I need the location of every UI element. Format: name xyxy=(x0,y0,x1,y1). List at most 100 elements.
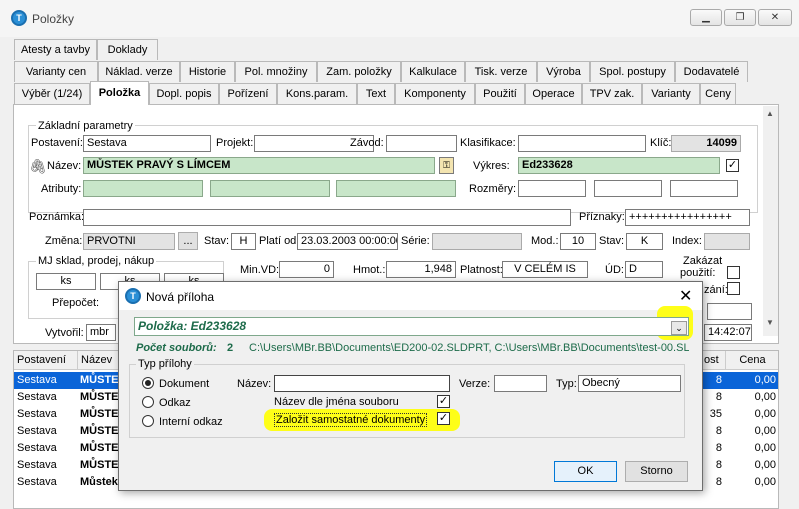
pocet-value: 2 xyxy=(227,342,234,354)
vytvoreno-time: 14:42:07 xyxy=(704,324,752,341)
minvd-input[interactable]: 0 xyxy=(279,261,334,278)
dialog-close-icon[interactable]: ✕ xyxy=(679,286,692,306)
storno-button[interactable]: Storno xyxy=(625,461,688,482)
postaveni-input[interactable]: Sestava xyxy=(83,135,211,152)
zavod-input[interactable] xyxy=(386,135,457,152)
zakazat-pouziti-checkbox[interactable] xyxy=(727,266,740,279)
typ-label: Typ: xyxy=(556,378,577,390)
mj-sklad-input[interactable]: ks xyxy=(36,273,96,290)
zmena-browse-button[interactable]: ... xyxy=(178,232,198,250)
col-ost[interactable]: ost xyxy=(700,351,726,370)
col-postaveni[interactable]: Postavení xyxy=(14,351,78,370)
tab-row3-1[interactable]: Položka xyxy=(90,81,149,105)
priznaky-input[interactable]: ++++++++++++++++ xyxy=(625,209,750,226)
misc-input[interactable] xyxy=(707,303,752,320)
radio-dokument-label[interactable]: Dokument xyxy=(159,378,209,390)
mod-input[interactable]: 10 xyxy=(560,233,596,250)
tab-row3-0[interactable]: Výběr (1/24) xyxy=(14,83,90,104)
close-button[interactable]: ✕ xyxy=(758,9,792,26)
zazani-checkbox[interactable] xyxy=(727,282,740,295)
hmot-input[interactable]: 1,948 xyxy=(386,261,456,278)
radio-dokument[interactable] xyxy=(142,377,154,389)
tab-row3-10[interactable]: Varianty xyxy=(642,83,700,104)
klasifikace-input[interactable] xyxy=(518,135,646,152)
atribut1-input[interactable] xyxy=(83,180,203,197)
atribut3-input[interactable] xyxy=(336,180,456,197)
nazev-input[interactable]: MŮSTEK PRAVÝ S LÍMCEM xyxy=(83,157,435,174)
radio-interni-label[interactable]: Interní odkaz xyxy=(159,416,223,428)
minvd-label: Min.VD: xyxy=(240,264,280,276)
platnost-label: Platnost: xyxy=(460,264,503,276)
window-title: Položky xyxy=(32,12,75,26)
cell-cena: 0,00 xyxy=(754,476,776,488)
ud-label: ÚD: xyxy=(605,264,624,276)
zalozit-checkbox[interactable]: ✓ xyxy=(437,412,450,425)
tab-row2-2[interactable]: Historie xyxy=(180,61,235,82)
tab-row2-5[interactable]: Kalkulace xyxy=(401,61,465,82)
col-cena[interactable]: Cena xyxy=(726,351,778,370)
tab-row3-6[interactable]: Komponenty xyxy=(395,83,475,104)
klic-label: Klíč: xyxy=(650,137,672,149)
rozmer3-input[interactable] xyxy=(670,180,738,197)
verze-input[interactable] xyxy=(494,375,547,392)
mod-label: Mod.: xyxy=(531,235,559,247)
cell-postaveni: Sestava xyxy=(17,408,57,420)
platnost-input[interactable]: V CELÉM IS xyxy=(502,261,588,278)
atribut2-input[interactable] xyxy=(210,180,330,197)
rozmer1-input[interactable] xyxy=(518,180,586,197)
scroll-up-icon[interactable]: ▲ xyxy=(766,109,774,118)
ok-button[interactable]: OK xyxy=(554,461,617,482)
tab-row2-9[interactable]: Dodavatelé xyxy=(675,61,748,82)
stav2-input[interactable]: K xyxy=(626,233,663,250)
vykres-input[interactable]: Ed233628 xyxy=(518,157,720,174)
restore-button[interactable]: ❐ xyxy=(724,9,756,26)
rozmer2-input[interactable] xyxy=(594,180,662,197)
radio-odkaz[interactable] xyxy=(142,396,154,408)
basic-params-title: Základní parametry xyxy=(36,120,135,132)
minimize-button[interactable]: ▁ xyxy=(690,9,722,26)
cell-postaveni: Sestava xyxy=(17,391,57,403)
nazev-dle-checkbox[interactable]: ✓ xyxy=(437,395,450,408)
tab-row1-0[interactable]: Atesty a tavby xyxy=(14,39,97,60)
vykres-checkbox[interactable]: ✓ xyxy=(726,159,739,172)
tab-row2-0[interactable]: Varianty cen xyxy=(14,61,98,82)
tab-row2-6[interactable]: Tisk. verze xyxy=(465,61,537,82)
tab-row2-1[interactable]: Náklad. verze xyxy=(98,61,180,82)
index-input[interactable] xyxy=(704,233,750,250)
prepocet-label: Přepočet: xyxy=(52,297,100,309)
typ-input[interactable]: Obecný xyxy=(578,375,681,392)
tab-row3-5[interactable]: Text xyxy=(357,83,395,104)
nazev-input[interactable] xyxy=(274,375,450,392)
polozka-select[interactable]: Položka: Ed233628 xyxy=(134,317,689,336)
tab-row2-8[interactable]: Spol. postupy xyxy=(590,61,675,82)
chevron-down-icon[interactable]: ⌄ xyxy=(671,321,687,335)
form-scrollbar[interactable]: ▲ ▼ xyxy=(763,106,778,336)
radio-interni-odkaz[interactable] xyxy=(142,415,154,427)
verze-label: Verze: xyxy=(459,378,491,390)
stav-input[interactable]: H xyxy=(231,233,256,250)
tab-row3-2[interactable]: Dopl. popis xyxy=(149,83,219,104)
tab-row3-7[interactable]: Použití xyxy=(475,83,525,104)
tab-row2-7[interactable]: Výroba xyxy=(537,61,590,82)
serie-input[interactable] xyxy=(432,233,522,250)
cell-ost: 8 xyxy=(715,391,722,403)
tab-row2-3[interactable]: Pol. množiny xyxy=(235,61,317,82)
tab-row3-9[interactable]: TPV zak. xyxy=(582,83,642,104)
priznaky-label: Příznaky: xyxy=(579,211,625,223)
key-icon[interactable]: ⚿ xyxy=(439,157,454,174)
tab-row3-4[interactable]: Kons.param. xyxy=(277,83,357,104)
tab-row1-1[interactable]: Doklady xyxy=(97,39,158,60)
cell-cena: 0,00 xyxy=(754,459,776,471)
ud-input[interactable]: D xyxy=(625,261,663,278)
tab-row2-4[interactable]: Zam. položky xyxy=(317,61,401,82)
paperclip-icon[interactable]: 🖇 xyxy=(29,158,47,175)
tab-row3-11[interactable]: Ceny xyxy=(700,83,736,104)
app-logo-icon: T xyxy=(11,10,27,26)
scroll-down-icon[interactable]: ▼ xyxy=(766,318,774,327)
zmena-input[interactable]: PRVOTNI xyxy=(83,233,175,250)
tab-row3-8[interactable]: Operace xyxy=(525,83,582,104)
tab-row3-3[interactable]: Pořízení xyxy=(219,83,277,104)
plati-od-input[interactable]: 23.03.2003 00:00:00 xyxy=(297,233,398,250)
radio-odkaz-label[interactable]: Odkaz xyxy=(159,397,191,409)
poznamka-input[interactable] xyxy=(83,209,571,226)
